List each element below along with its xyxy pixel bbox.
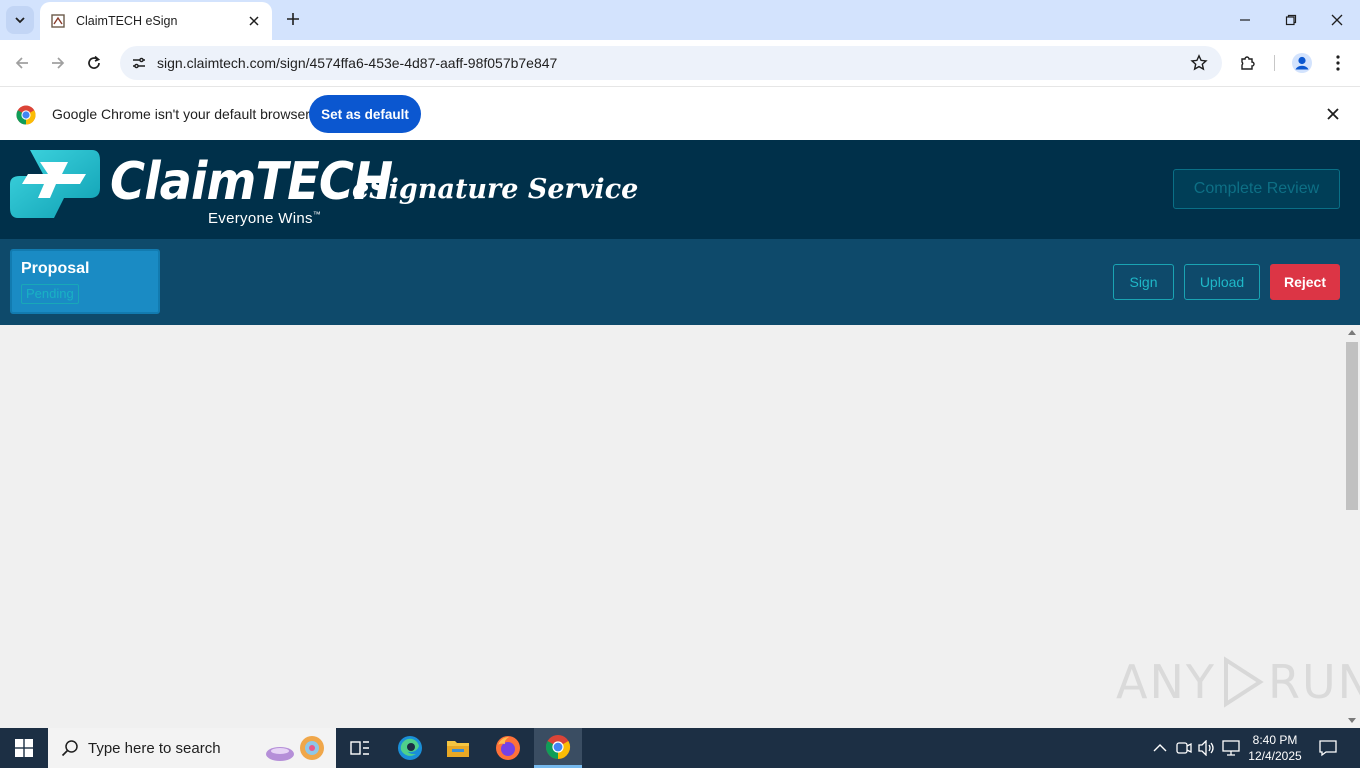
browser-tab-active[interactable]: ClaimTECH eSign: [40, 2, 272, 40]
avatar-icon: [1292, 53, 1312, 73]
minimize-window-button[interactable]: [1222, 0, 1268, 40]
toolbar-divider: [1274, 55, 1275, 71]
claimtech-logo-icon: [10, 150, 100, 218]
set-as-default-button[interactable]: Set as default: [309, 95, 421, 133]
start-button[interactable]: [0, 728, 48, 768]
arrow-left-icon: [15, 57, 28, 69]
document-card-proposal[interactable]: Proposal Pending: [10, 249, 160, 314]
close-window-button[interactable]: [1314, 0, 1360, 40]
document-bar: Proposal Pending Sign Upload Reject: [0, 239, 1360, 325]
folder-icon: [447, 741, 469, 757]
scroll-up-arrow[interactable]: [1348, 330, 1356, 335]
notification-icon: [1319, 740, 1337, 757]
chrome-menu-button[interactable]: [1324, 49, 1352, 77]
site-header: ClaimTECH Everyone Wins™ eSignature Serv…: [0, 140, 1360, 239]
browser-toolbar: sign.claimtech.com/sign/4574ffa6-453e-4d…: [0, 40, 1360, 86]
more-vertical-icon: [1336, 55, 1340, 71]
site-info-icon[interactable]: [124, 48, 154, 78]
chevron-down-icon: [15, 17, 25, 24]
camera-icon: [1176, 742, 1192, 754]
search-highlight-icon: [266, 736, 324, 761]
search-icon: [60, 738, 80, 758]
taskbar-edge[interactable]: [386, 728, 434, 768]
plus-icon: [287, 13, 299, 25]
restore-window-button[interactable]: [1268, 0, 1314, 40]
restore-icon: [1285, 14, 1297, 26]
brand-name: ClaimTECH: [110, 152, 393, 212]
address-bar[interactable]: sign.claimtech.com/sign/4574ffa6-453e-4d…: [120, 46, 1222, 80]
clock-date: 12/4/2025: [1248, 749, 1302, 763]
action-center-button[interactable]: [1316, 736, 1340, 760]
service-title: eSignature Service: [352, 174, 639, 205]
clock-time: 8:40 PM: [1252, 733, 1298, 747]
chrome-icon: [545, 734, 571, 759]
default-browser-infobar: Google Chrome isn't your default browser…: [0, 86, 1360, 140]
document-name: Proposal: [21, 260, 90, 277]
taskbar-search-box[interactable]: Type here to search: [48, 728, 336, 768]
extensions-button[interactable]: [1234, 49, 1262, 77]
upload-button[interactable]: Upload: [1184, 264, 1260, 300]
edge-icon: [398, 736, 422, 760]
trademark-symbol: ™: [312, 210, 322, 219]
minimize-icon: [1240, 19, 1250, 21]
volume-button[interactable]: [1197, 738, 1217, 758]
windows-logo-icon: [15, 739, 33, 757]
close-infobar-icon[interactable]: [1324, 105, 1342, 123]
tab-title: ClaimTECH eSign: [76, 14, 178, 28]
chrome-logo-icon: [16, 105, 36, 125]
task-view-button[interactable]: [336, 728, 384, 768]
speaker-icon: [1198, 740, 1214, 756]
system-clock[interactable]: 8:40 PM 12/4/2025: [1244, 732, 1306, 764]
scrollbar-thumb[interactable]: [1346, 342, 1358, 510]
sign-button[interactable]: Sign: [1113, 264, 1174, 300]
arrow-right-icon: [52, 57, 65, 69]
document-viewer[interactable]: ANY RUN: [0, 325, 1360, 728]
show-hidden-icons-button[interactable]: [1150, 738, 1170, 758]
puzzle-icon: [1241, 56, 1255, 70]
network-icon: [1222, 740, 1240, 756]
anyrun-watermark: ANY RUN: [1116, 655, 1360, 709]
scroll-down-arrow[interactable]: [1348, 718, 1356, 723]
firefox-icon: [496, 736, 520, 760]
network-button[interactable]: [1221, 738, 1241, 758]
meet-now-button[interactable]: [1174, 738, 1194, 758]
windows-taskbar: Type here to search 8:40 PM 12/4/2025: [0, 728, 1360, 768]
chevron-up-icon: [1153, 744, 1167, 752]
tab-search-button[interactable]: [6, 6, 34, 34]
claimtech-favicon-icon: [50, 13, 66, 29]
reject-button[interactable]: Reject: [1270, 264, 1340, 300]
reload-icon: [88, 55, 101, 69]
brand-tagline: Everyone Wins™: [208, 210, 322, 227]
taskbar-firefox[interactable]: [484, 728, 532, 768]
complete-review-button[interactable]: Complete Review: [1173, 169, 1340, 209]
profile-button[interactable]: [1288, 49, 1316, 77]
browser-tab-strip: ClaimTECH eSign: [0, 0, 1360, 40]
close-icon: [1331, 14, 1343, 26]
forward-button[interactable]: [44, 49, 72, 77]
task-view-icon: [350, 741, 369, 755]
play-triangle-icon: [1223, 656, 1264, 708]
taskbar-chrome[interactable]: [534, 728, 582, 768]
reload-button[interactable]: [80, 49, 108, 77]
taskbar-file-explorer[interactable]: [434, 728, 482, 768]
url-text[interactable]: sign.claimtech.com/sign/4574ffa6-453e-4d…: [157, 55, 1184, 71]
close-tab-icon[interactable]: [246, 13, 262, 29]
infobar-message: Google Chrome isn't your default browser: [52, 106, 310, 122]
search-placeholder: Type here to search: [88, 739, 221, 757]
bookmark-star-icon[interactable]: [1184, 48, 1214, 78]
back-button[interactable]: [8, 49, 36, 77]
status-badge: Pending: [21, 284, 79, 304]
new-tab-button[interactable]: [282, 8, 304, 30]
